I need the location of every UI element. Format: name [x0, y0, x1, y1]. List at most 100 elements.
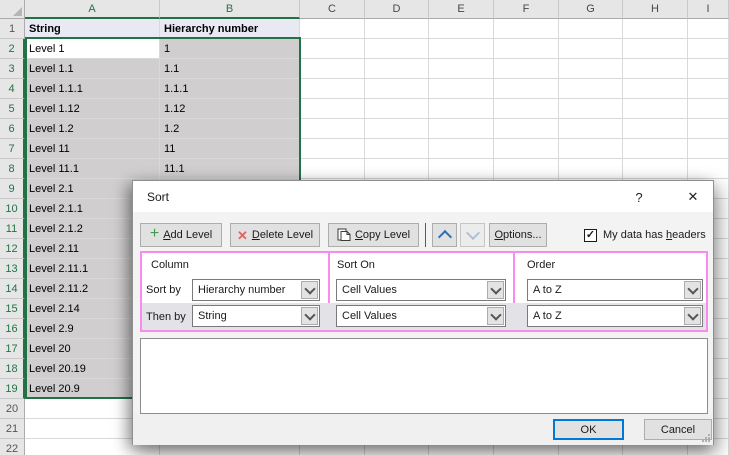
dropdown-arrow[interactable] [684, 281, 701, 299]
cell-I5[interactable] [688, 99, 729, 119]
cell-F2[interactable] [494, 39, 559, 59]
cell-H2[interactable] [623, 39, 688, 59]
sort-by-sorton-dropdown[interactable]: Cell Values [336, 279, 506, 301]
cell-H6[interactable] [623, 119, 688, 139]
row-header-12[interactable]: 12 [0, 239, 25, 259]
cell-G3[interactable] [559, 59, 623, 79]
cell-D5[interactable] [365, 99, 429, 119]
column-header-E[interactable]: E [429, 0, 494, 19]
cell-D3[interactable] [365, 59, 429, 79]
cell-F8[interactable] [494, 159, 559, 179]
cell-G4[interactable] [559, 79, 623, 99]
cell-H1[interactable] [623, 19, 688, 39]
options-button[interactable]: Options... [489, 223, 547, 247]
column-header-G[interactable]: G [559, 0, 623, 19]
cell-B5[interactable]: 1.12 [160, 99, 300, 119]
cell-E7[interactable] [429, 139, 494, 159]
row-header-11[interactable]: 11 [0, 219, 25, 239]
cell-G6[interactable] [559, 119, 623, 139]
cell-A7[interactable]: Level 11 [25, 139, 160, 159]
cell-D8[interactable] [365, 159, 429, 179]
cell-G7[interactable] [559, 139, 623, 159]
row-header-14[interactable]: 14 [0, 279, 25, 299]
cell-C6[interactable] [300, 119, 365, 139]
column-header-I[interactable]: I [688, 0, 729, 19]
dropdown-arrow[interactable] [301, 281, 318, 299]
then-by-order-dropdown[interactable]: A to Z [527, 305, 703, 327]
cell-G2[interactable] [559, 39, 623, 59]
cell-E2[interactable] [429, 39, 494, 59]
column-header-A[interactable]: A [25, 0, 160, 19]
cell-A4[interactable]: Level 1.1.1 [25, 79, 160, 99]
row-header-10[interactable]: 10 [0, 199, 25, 219]
cell-I3[interactable] [688, 59, 729, 79]
cell-B6[interactable]: 1.2 [160, 119, 300, 139]
row-header-4[interactable]: 4 [0, 79, 25, 99]
column-header-F[interactable]: F [494, 0, 559, 19]
ok-button[interactable]: OK [553, 419, 624, 440]
cell-E6[interactable] [429, 119, 494, 139]
cell-D2[interactable] [365, 39, 429, 59]
cell-C7[interactable] [300, 139, 365, 159]
cell-A2[interactable]: Level 1 [25, 39, 160, 59]
copy-level-button[interactable]: Copy Level [328, 223, 419, 247]
help-icon[interactable]: ? [629, 187, 649, 207]
cell-A8[interactable]: Level 11.1 [25, 159, 160, 179]
then-by-sorton-dropdown[interactable]: Cell Values [336, 305, 506, 327]
add-level-button[interactable]: + Add Level [140, 223, 222, 247]
cell-I8[interactable] [688, 159, 729, 179]
cell-F4[interactable] [494, 79, 559, 99]
dropdown-arrow[interactable] [684, 307, 701, 325]
delete-level-button[interactable]: ✕ Delete Level [230, 223, 320, 247]
column-header-H[interactable]: H [623, 0, 688, 19]
row-header-20[interactable]: 20 [0, 399, 25, 419]
cell-D4[interactable] [365, 79, 429, 99]
cell-G8[interactable] [559, 159, 623, 179]
cell-E5[interactable] [429, 99, 494, 119]
row-header-7[interactable]: 7 [0, 139, 25, 159]
row-header-6[interactable]: 6 [0, 119, 25, 139]
cell-E4[interactable] [429, 79, 494, 99]
cell-C5[interactable] [300, 99, 365, 119]
cell-B3[interactable]: 1.1 [160, 59, 300, 79]
dialog-title-bar[interactable]: Sort [133, 181, 713, 212]
row-header-1[interactable]: 1 [0, 19, 25, 39]
select-all-corner[interactable] [0, 0, 25, 19]
column-header-B[interactable]: B [160, 0, 300, 19]
cell-G1[interactable] [559, 19, 623, 39]
row-header-21[interactable]: 21 [0, 419, 25, 439]
cell-A3[interactable]: Level 1.1 [25, 59, 160, 79]
cell-I1[interactable] [688, 19, 729, 39]
sort-by-order-dropdown[interactable]: A to Z [527, 279, 703, 301]
cell-A1[interactable]: String [25, 19, 160, 39]
row-header-5[interactable]: 5 [0, 99, 25, 119]
cell-F5[interactable] [494, 99, 559, 119]
cell-D6[interactable] [365, 119, 429, 139]
cell-E1[interactable] [429, 19, 494, 39]
cell-I7[interactable] [688, 139, 729, 159]
row-header-19[interactable]: 19 [0, 379, 25, 399]
cell-C2[interactable] [300, 39, 365, 59]
row-header-2[interactable]: 2 [0, 39, 25, 59]
column-header-D[interactable]: D [365, 0, 429, 19]
close-icon[interactable]: ✕ [683, 187, 703, 207]
cell-E8[interactable] [429, 159, 494, 179]
row-header-9[interactable]: 9 [0, 179, 25, 199]
row-header-18[interactable]: 18 [0, 359, 25, 379]
dropdown-arrow[interactable] [487, 307, 504, 325]
cell-H3[interactable] [623, 59, 688, 79]
cell-B4[interactable]: 1.1.1 [160, 79, 300, 99]
cell-H8[interactable] [623, 159, 688, 179]
cell-B1[interactable]: Hierarchy number [160, 19, 300, 39]
row-header-17[interactable]: 17 [0, 339, 25, 359]
resize-grip[interactable] [700, 432, 711, 443]
cell-D1[interactable] [365, 19, 429, 39]
cell-A5[interactable]: Level 1.12 [25, 99, 160, 119]
dropdown-arrow[interactable] [487, 281, 504, 299]
cell-H4[interactable] [623, 79, 688, 99]
cell-A6[interactable]: Level 1.2 [25, 119, 160, 139]
cell-C8[interactable] [300, 159, 365, 179]
row-header-16[interactable]: 16 [0, 319, 25, 339]
then-by-column-dropdown[interactable]: String [192, 305, 320, 327]
cell-D7[interactable] [365, 139, 429, 159]
